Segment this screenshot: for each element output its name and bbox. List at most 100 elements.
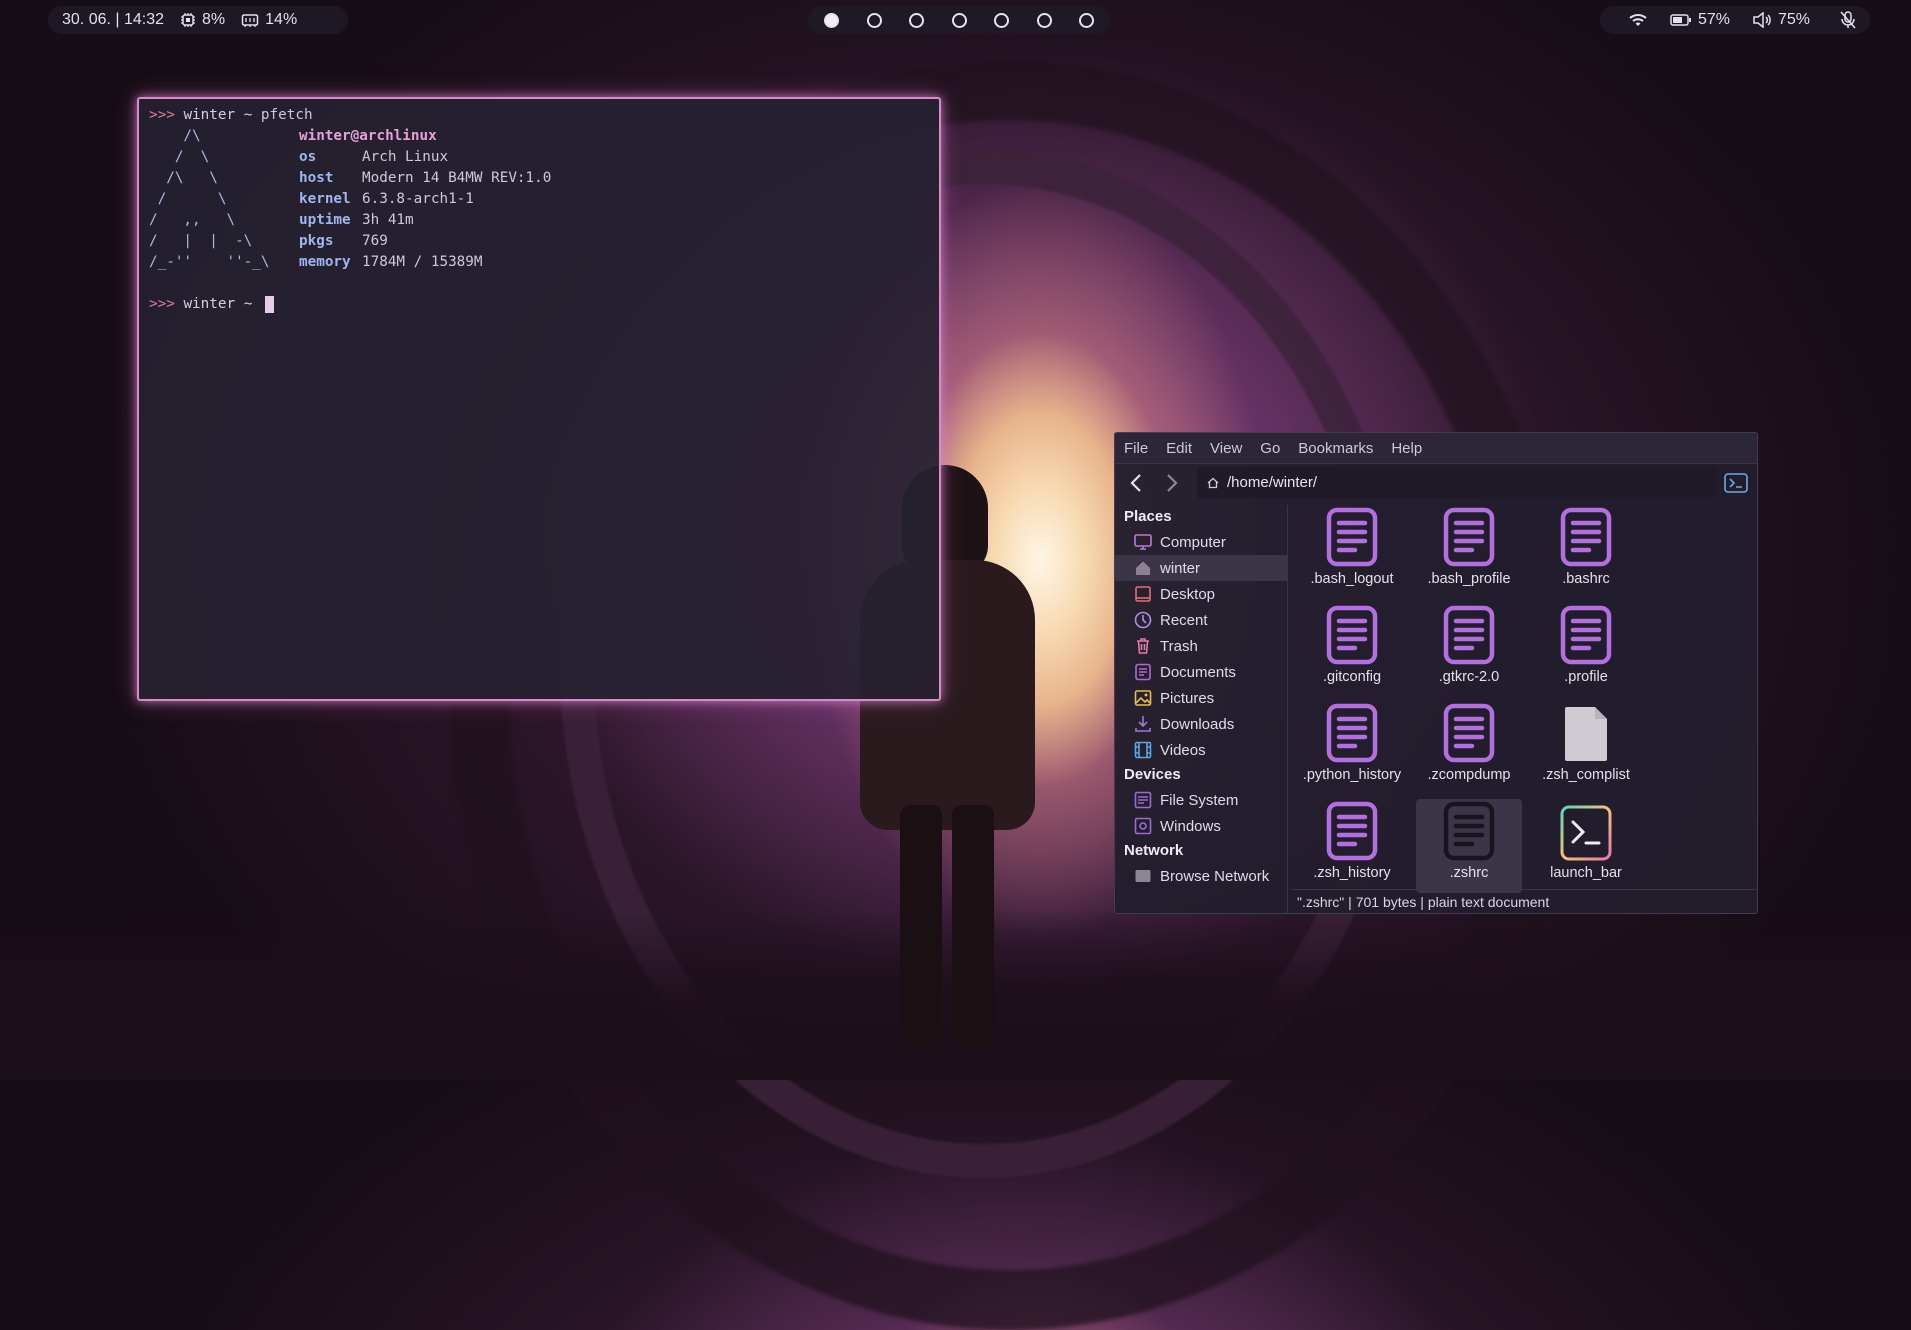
memory-icon: [241, 14, 259, 27]
file-item[interactable]: .gitconfig: [1299, 603, 1405, 697]
file-item[interactable]: .zshrc: [1416, 799, 1522, 893]
workspace-1-button[interactable]: [824, 12, 839, 28]
file-item[interactable]: .python_history: [1299, 701, 1405, 795]
text-file-icon: [1560, 605, 1612, 665]
battery-icon: [1670, 14, 1691, 26]
info-value: Arch Linux: [362, 149, 449, 165]
logo-line: /\ \: [149, 170, 218, 186]
sidebar-item-browse-network[interactable]: Browse Network: [1115, 863, 1287, 889]
script-file-icon: [1560, 805, 1612, 861]
back-button[interactable]: [1119, 466, 1153, 500]
file-item[interactable]: .zsh_history: [1299, 799, 1405, 893]
info-value: 769: [362, 233, 388, 249]
menu-bookmarks[interactable]: Bookmarks: [1298, 440, 1373, 457]
file-item[interactable]: .profile: [1533, 603, 1639, 697]
file-name: .zshrc: [1449, 865, 1489, 881]
workspace-switcher: [808, 6, 1110, 34]
memory-indicator[interactable]: 14%: [241, 11, 297, 29]
info-value: Modern 14 B4MW REV:1.0: [362, 170, 552, 186]
workspace-3-button[interactable]: [909, 12, 924, 28]
file-manager-window[interactable]: File Edit View Go Bookmarks Help /home/winter…: [1114, 432, 1758, 914]
menu-edit[interactable]: Edit: [1166, 440, 1192, 457]
file-name: .zsh_history: [1313, 865, 1391, 881]
prompt-line: >>> winter ~ pfetch: [149, 105, 929, 126]
info-row: pkgs 769: [299, 231, 551, 252]
sidebar-item-videos[interactable]: Videos: [1115, 737, 1287, 763]
battery-indicator[interactable]: 57%: [1670, 11, 1730, 29]
terminal-window[interactable]: >>> winter ~ pfetch /\ / \ /\ \ / \ / ,, …: [137, 97, 941, 701]
info-value: 3h 41m: [362, 212, 414, 228]
open-terminal-button[interactable]: [1721, 468, 1751, 498]
status-bar: ".zshrc" | 701 bytes | plain text docume…: [1291, 889, 1757, 913]
network-icon: [1134, 867, 1152, 885]
text-file-icon: [1443, 507, 1495, 567]
microphone-indicator[interactable]: [1840, 11, 1856, 29]
cpu-icon: [181, 13, 196, 27]
user-host: winter@archlinux: [299, 128, 437, 144]
file-name: .zcompdump: [1427, 767, 1511, 783]
text-file-icon: [1326, 703, 1378, 763]
sidebar-item-computer[interactable]: Computer: [1115, 529, 1287, 555]
status-text: ".zshrc" | 701 bytes | plain text docume…: [1297, 894, 1550, 910]
workspace-4-button[interactable]: [951, 12, 967, 28]
menu-view[interactable]: View: [1210, 440, 1242, 457]
file-item[interactable]: .gtkrc-2.0: [1416, 603, 1522, 697]
sidebar-item-label: Documents: [1160, 663, 1236, 681]
file-item[interactable]: .bash_logout: [1299, 505, 1405, 599]
text-file-icon: [1326, 801, 1378, 861]
clock[interactable]: 30. 06. | 14:32: [62, 11, 164, 29]
sidebar-item-pictures[interactable]: Pictures: [1115, 685, 1287, 711]
sidebar-heading-network: Network: [1124, 842, 1184, 859]
prompt-arrow: >>>: [149, 107, 175, 123]
workspace-7-button[interactable]: [1079, 12, 1094, 28]
menu-help[interactable]: Help: [1391, 440, 1422, 457]
terminal-cursor: [264, 295, 274, 313]
sidebar-item-trash[interactable]: Trash: [1115, 633, 1287, 659]
sidebar-item-label: Browse Network: [1160, 867, 1270, 885]
info-key: host: [299, 170, 334, 186]
sidebar-item-documents[interactable]: Documents: [1115, 659, 1287, 685]
documents-icon: [1134, 663, 1152, 681]
file-item[interactable]: .zcompdump: [1416, 701, 1522, 795]
computer-icon: [1134, 533, 1152, 551]
workspace-2-button[interactable]: [866, 12, 882, 28]
file-item[interactable]: .bash_profile: [1416, 505, 1522, 599]
file-name: .bash_profile: [1427, 571, 1511, 587]
pictures-icon: [1134, 689, 1152, 707]
info-row: kernel 6.3.8-arch1-1: [299, 189, 551, 210]
sidebar-item-winter[interactable]: winter: [1115, 555, 1287, 581]
sidebar-item-label: File System: [1160, 791, 1239, 809]
sidebar-item-downloads[interactable]: Downloads: [1115, 711, 1287, 737]
cpu-indicator[interactable]: 8%: [180, 11, 225, 29]
file-icon-wrap: [1440, 799, 1498, 861]
pfetch-output: /\ / \ /\ \ / \ / ,, \ / | | -\ /_-'' ''-_\…: [149, 126, 929, 273]
file-item[interactable]: .bashrc: [1533, 505, 1639, 599]
file-icon-wrap: [1440, 505, 1498, 567]
active-prompt-line: >>> winter ~: [149, 294, 929, 315]
menu-file[interactable]: File: [1124, 440, 1148, 457]
sidebar-item-file-system[interactable]: File System: [1115, 787, 1287, 813]
workspace-6-button[interactable]: [1036, 12, 1052, 28]
menu-go[interactable]: Go: [1260, 440, 1280, 457]
forward-button[interactable]: [1155, 466, 1189, 500]
volume-indicator[interactable]: 75%: [1752, 11, 1810, 29]
file-item[interactable]: .zsh_complist: [1533, 701, 1639, 795]
file-item[interactable]: launch_bar: [1533, 799, 1639, 893]
trash-icon: [1134, 637, 1152, 655]
info-value: 1784M / 15389M: [362, 254, 483, 270]
workspace-5-button[interactable]: [994, 12, 1009, 28]
location-bar[interactable]: /home/winter/: [1197, 467, 1717, 498]
file-icon-wrap: [1557, 799, 1615, 861]
wifi-indicator[interactable]: [1628, 12, 1648, 28]
sidebar-item-recent[interactable]: Recent: [1115, 607, 1287, 633]
info-key: kernel: [299, 191, 351, 207]
filesystem-icon: [1134, 791, 1152, 809]
sidebar-item-desktop[interactable]: Desktop: [1115, 581, 1287, 607]
file-icon-wrap: [1557, 505, 1615, 567]
sidebar-item-windows[interactable]: Windows: [1115, 813, 1287, 839]
volume-icon: [1753, 12, 1771, 28]
text-file-icon: [1326, 605, 1378, 665]
sidebar: Places Computer winter Desktop Recent Trash Do…: [1115, 505, 1288, 913]
arch-logo-ascii: /\ / \ /\ \ / \ / ,, \ / | | -\ /_-'' ''-_\: [149, 126, 270, 273]
file-icon-wrap: [1323, 603, 1381, 665]
